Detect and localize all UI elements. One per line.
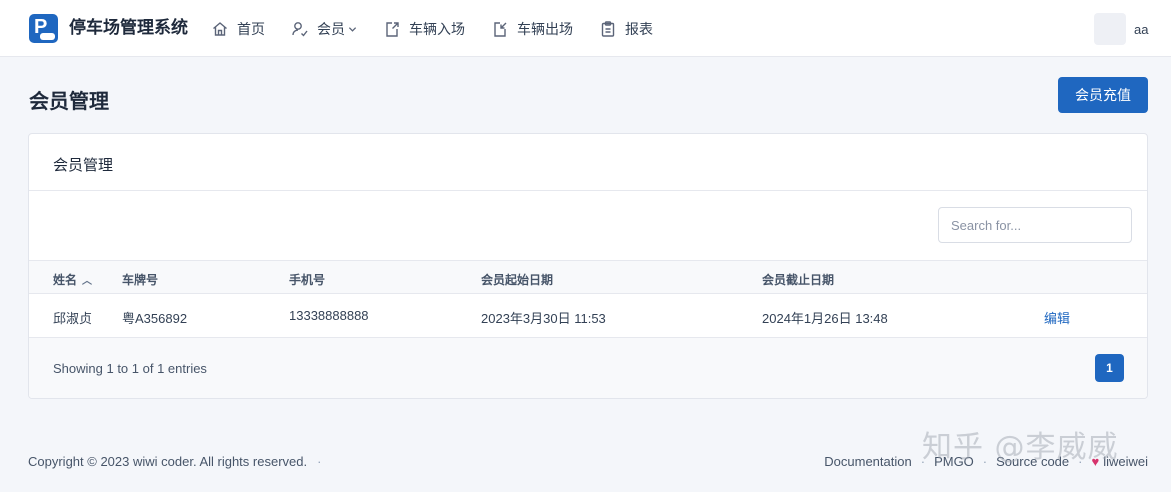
column-header-name[interactable]: 姓名 ︿	[53, 271, 92, 288]
copyright: Copyright © 2023 wiwi coder. All rights …	[28, 454, 321, 469]
top-navbar: P 停车场管理系统 首页 会员 车辆入场 车辆出场 报表 aa	[0, 0, 1171, 57]
column-label: 姓名	[53, 273, 78, 287]
cell-name: 邱淑贞	[53, 311, 93, 326]
chevron-down-icon	[348, 26, 357, 32]
nav-item-label: 会员	[317, 21, 345, 37]
username[interactable]: aa	[1134, 22, 1148, 37]
cell-end-date: 2024年1月26日 13:48	[762, 311, 888, 326]
cell-plate: 粤A356892	[122, 311, 188, 326]
sort-ascending-icon[interactable]: ︿	[82, 272, 92, 287]
column-header-end-date[interactable]: 会员截止日期	[762, 271, 834, 288]
table-header: 姓名 ︿ 车牌号 手机号 会员起始日期 会员截止日期	[29, 260, 1147, 294]
member-icon	[292, 22, 308, 37]
entries-info: Showing 1 to 1 of 1 entries	[53, 361, 207, 376]
edit-link[interactable]: 编辑	[1044, 308, 1070, 327]
column-header-plate[interactable]: 车牌号	[122, 271, 158, 288]
card-title: 会员管理	[53, 157, 114, 174]
column-header-phone[interactable]: 手机号	[289, 271, 325, 288]
copyright-separator: ·	[317, 454, 322, 469]
cell-phone: 13338888888	[289, 308, 369, 323]
copyright-text: Copyright © 2023 wiwi coder. All rights …	[28, 454, 308, 469]
card-header: 会员管理	[29, 134, 1147, 191]
nav-item-label: 车辆入场	[409, 21, 465, 37]
nav-item-member[interactable]: 会员	[291, 17, 357, 41]
watermark: 知乎 @李威威	[922, 430, 1119, 465]
page-title: 会员管理	[29, 91, 109, 113]
car-entry-icon	[386, 22, 399, 37]
nav-item-label: 首页	[237, 21, 265, 37]
nav-item-report[interactable]: 报表	[599, 17, 653, 41]
table-footer: Showing 1 to 1 of 1 entries 1	[29, 338, 1147, 398]
nav-item-car-entry[interactable]: 车辆入场	[383, 17, 465, 41]
nav-item-label: 车辆出场	[517, 21, 573, 37]
parking-logo-icon[interactable]: P	[29, 14, 58, 43]
report-icon	[601, 21, 615, 37]
column-header-start-date[interactable]: 会员起始日期	[481, 271, 553, 288]
footer-link-documentation[interactable]: Documentation	[824, 454, 911, 469]
car-glyph	[40, 33, 55, 40]
app-brand[interactable]: 停车场管理系统	[69, 17, 188, 39]
home-icon	[213, 22, 227, 36]
table-row: 邱淑贞 粤A356892 13338888888 2023年3月30日 11:5…	[29, 294, 1147, 338]
avatar[interactable]	[1094, 13, 1126, 45]
members-card: 会员管理 姓名 ︿ 车牌号 手机号 会员起始日期 会员截止日期 邱淑贞 粤A356…	[28, 133, 1148, 399]
nav-item-home[interactable]: 首页	[211, 17, 265, 41]
nav-item-car-exit[interactable]: 车辆出场	[491, 17, 573, 41]
member-recharge-button[interactable]: 会员充值	[1058, 77, 1148, 113]
car-exit-icon	[494, 22, 507, 37]
pagination-page-1[interactable]: 1	[1095, 354, 1124, 382]
nav-item-label: 报表	[625, 21, 653, 37]
search-input[interactable]	[938, 207, 1132, 243]
cell-start-date: 2023年3月30日 11:53	[481, 311, 606, 326]
